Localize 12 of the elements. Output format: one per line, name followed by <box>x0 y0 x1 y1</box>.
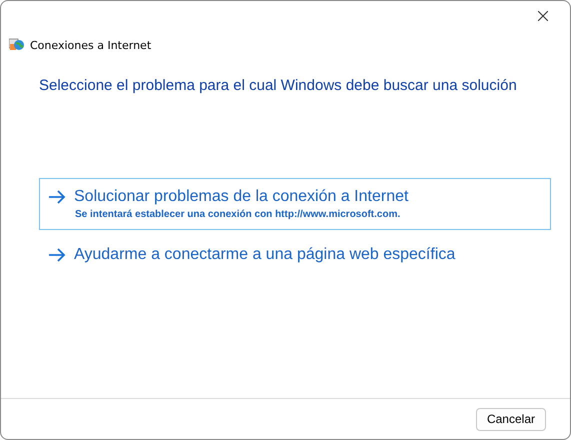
arrow-icon <box>48 248 66 262</box>
option-label: Ayudarme a conectarme a una página web específica <box>74 246 456 264</box>
window-title: Conexiones a Internet <box>30 38 152 52</box>
close-icon <box>538 11 548 21</box>
option-link[interactable]: Ayudarme a conectarme a una página web específica <box>39 236 551 274</box>
heading: Seleccione el problema para el cual Windows debe buscar una solución <box>39 77 518 94</box>
option-link[interactable]: Solucionar problemas de la conexión a Internet Se intentará establecer una conexión con http://www.microsoft.com. <box>39 178 551 230</box>
cancel-button[interactable]: Cancelar <box>476 408 546 430</box>
arrow-icon <box>48 190 66 204</box>
globe-network-icon <box>9 38 25 52</box>
option-label: Solucionar problemas de la conexión a Internet <box>74 188 408 206</box>
option-description: Se intentará establecer una conexión con http://www.microsoft.com. <box>75 209 402 220</box>
